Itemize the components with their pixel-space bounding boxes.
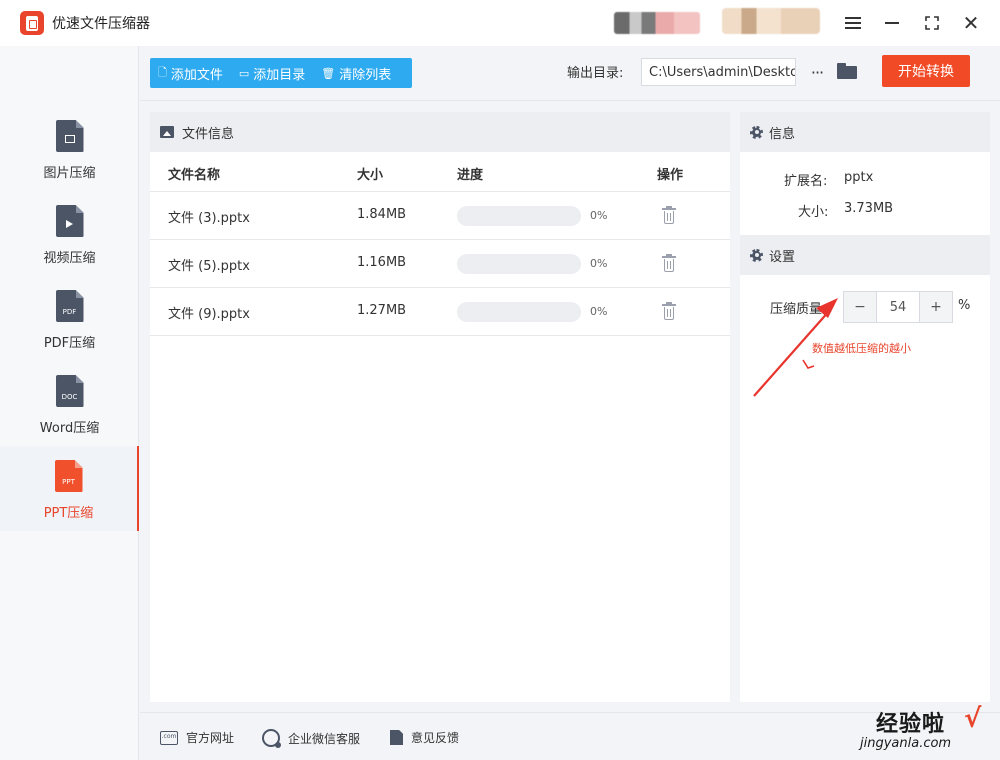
increase-button[interactable]: + — [920, 292, 952, 322]
output-path-field[interactable]: C:\Users\admin\Desktop — [641, 58, 796, 86]
check-icon: √ — [964, 704, 982, 734]
quality-unit: % — [958, 298, 971, 313]
menu-icon[interactable] — [841, 11, 865, 35]
trash-icon: 🗑 — [321, 66, 336, 80]
image-file-icon — [55, 120, 84, 152]
file-info-header: 文件信息 — [150, 112, 730, 152]
file-size: 1.27MB — [357, 303, 407, 318]
image-icon — [160, 126, 174, 138]
watermark: 经验啦 √ jingyanla.com — [860, 702, 995, 758]
table-row[interactable]: 文件 (5).pptx 1.16MB 0% — [150, 240, 730, 288]
progress-text: 0% — [590, 305, 608, 318]
add-directory-button[interactable]: ▭ 添加目录 — [231, 58, 313, 88]
more-options-icon[interactable]: ··· — [806, 58, 828, 86]
toolbar: 🗋 添加文件 ▭ 添加目录 🗑 清除列表 输出目录: C:\Users\admi… — [140, 46, 1000, 101]
gear-icon — [750, 248, 763, 262]
column-progress: 进度 — [457, 168, 484, 183]
file-size: 1.16MB — [357, 255, 407, 270]
decrease-button[interactable]: − — [844, 292, 876, 322]
output-dir-label: 输出目录: — [567, 66, 624, 81]
close-icon[interactable]: ✕ — [959, 11, 983, 35]
column-action: 操作 — [657, 168, 684, 183]
sidebar-item-label: 图片压缩 — [43, 166, 96, 181]
sidebar-item-ppt[interactable]: PPT PPT压缩 — [0, 446, 139, 531]
clear-list-button[interactable]: 🗑 清除列表 — [313, 58, 399, 88]
file-name: 文件 (9).pptx — [168, 307, 250, 322]
column-name: 文件名称 — [168, 168, 221, 183]
watermark-title: 经验啦 — [876, 711, 946, 737]
add-file-button[interactable]: 🗋 添加文件 — [150, 58, 231, 88]
column-size: 大小 — [357, 168, 384, 183]
delete-icon[interactable] — [662, 302, 676, 320]
sidebar-item-video[interactable]: 视频压缩 — [0, 191, 139, 276]
progress-bar — [457, 254, 581, 274]
extension-label: 扩展名: — [784, 174, 828, 189]
progress-text: 0% — [590, 209, 608, 222]
progress-text: 0% — [590, 257, 608, 270]
quality-hint: 数值越低压缩的越小 — [812, 342, 911, 355]
sidebar-item-label: PDF压缩 — [43, 336, 96, 351]
progress-bar — [457, 302, 581, 322]
wechat-icon — [262, 729, 281, 748]
file-icon: 🗋 — [158, 65, 167, 79]
quality-input[interactable]: 54 — [876, 292, 920, 322]
pdf-file-icon: PDF — [55, 290, 84, 322]
extension-value: pptx — [844, 170, 874, 185]
sidebar-item-word[interactable]: DOC Word压缩 — [0, 361, 139, 446]
right-panel: 信息 扩展名: pptx 大小: 3.73MB 设置 压缩质量: − 54 + … — [740, 112, 990, 702]
file-name: 文件 (5).pptx — [168, 259, 250, 274]
quality-stepper[interactable]: − 54 + — [843, 291, 953, 323]
file-actions-group: 🗋 添加文件 ▭ 添加目录 🗑 清除列表 — [150, 58, 412, 88]
sidebar-item-label: 视频压缩 — [43, 251, 96, 266]
delete-icon[interactable] — [662, 206, 676, 224]
file-name: 文件 (3).pptx — [168, 211, 250, 226]
file-info-panel: 文件信息 文件名称 大小 进度 操作 文件 (3).pptx 1.84MB 0%… — [150, 112, 730, 702]
app-title: 优速文件压缩器 — [52, 16, 150, 32]
video-file-icon — [55, 205, 84, 237]
settings-header: 设置 — [740, 235, 990, 275]
size-value: 3.73MB — [844, 201, 894, 216]
feedback-link[interactable]: 意见反馈 — [390, 729, 459, 746]
delete-icon[interactable] — [662, 254, 676, 272]
sidebar-item-image[interactable]: 图片压缩 — [0, 106, 139, 191]
feedback-icon — [390, 730, 403, 745]
sidebar: 图片压缩 视频压缩 PDF PDF压缩 DOC Word压缩 PPT PPT压缩 — [0, 46, 139, 760]
official-website-link[interactable]: .com 官方网址 — [160, 729, 234, 746]
table-row[interactable]: 文件 (3).pptx 1.84MB 0% — [150, 192, 730, 240]
wechat-support-link[interactable]: 企业微信客服 — [262, 729, 360, 748]
progress-bar — [457, 206, 581, 226]
watermark-url: jingyanla.com — [860, 736, 952, 751]
sidebar-item-label: Word压缩 — [39, 421, 100, 436]
table-header: 文件名称 大小 进度 操作 — [150, 152, 730, 192]
maximize-icon[interactable] — [920, 11, 944, 35]
size-label: 大小: — [798, 205, 829, 220]
quality-label: 压缩质量: — [770, 302, 827, 317]
website-icon: .com — [160, 730, 178, 745]
open-folder-icon[interactable] — [837, 63, 857, 79]
folder-icon: ▭ — [238, 66, 250, 80]
title-bar: 优速文件压缩器 ✕ — [0, 0, 1000, 46]
info-header: 信息 — [740, 112, 990, 152]
sidebar-item-pdf[interactable]: PDF PDF压缩 — [0, 276, 139, 361]
gear-icon — [750, 125, 763, 139]
blurred-avatar[interactable] — [722, 8, 820, 34]
sidebar-item-label: PPT压缩 — [43, 506, 94, 521]
blurred-user-info — [614, 12, 700, 34]
doc-file-icon: DOC — [55, 375, 84, 407]
file-size: 1.84MB — [357, 207, 407, 222]
minimize-icon[interactable] — [880, 11, 904, 35]
start-convert-button[interactable]: 开始转换 — [882, 55, 970, 87]
ppt-file-icon: PPT — [54, 460, 83, 492]
table-row[interactable]: 文件 (9).pptx 1.27MB 0% — [150, 288, 730, 336]
app-logo-icon — [20, 11, 44, 35]
